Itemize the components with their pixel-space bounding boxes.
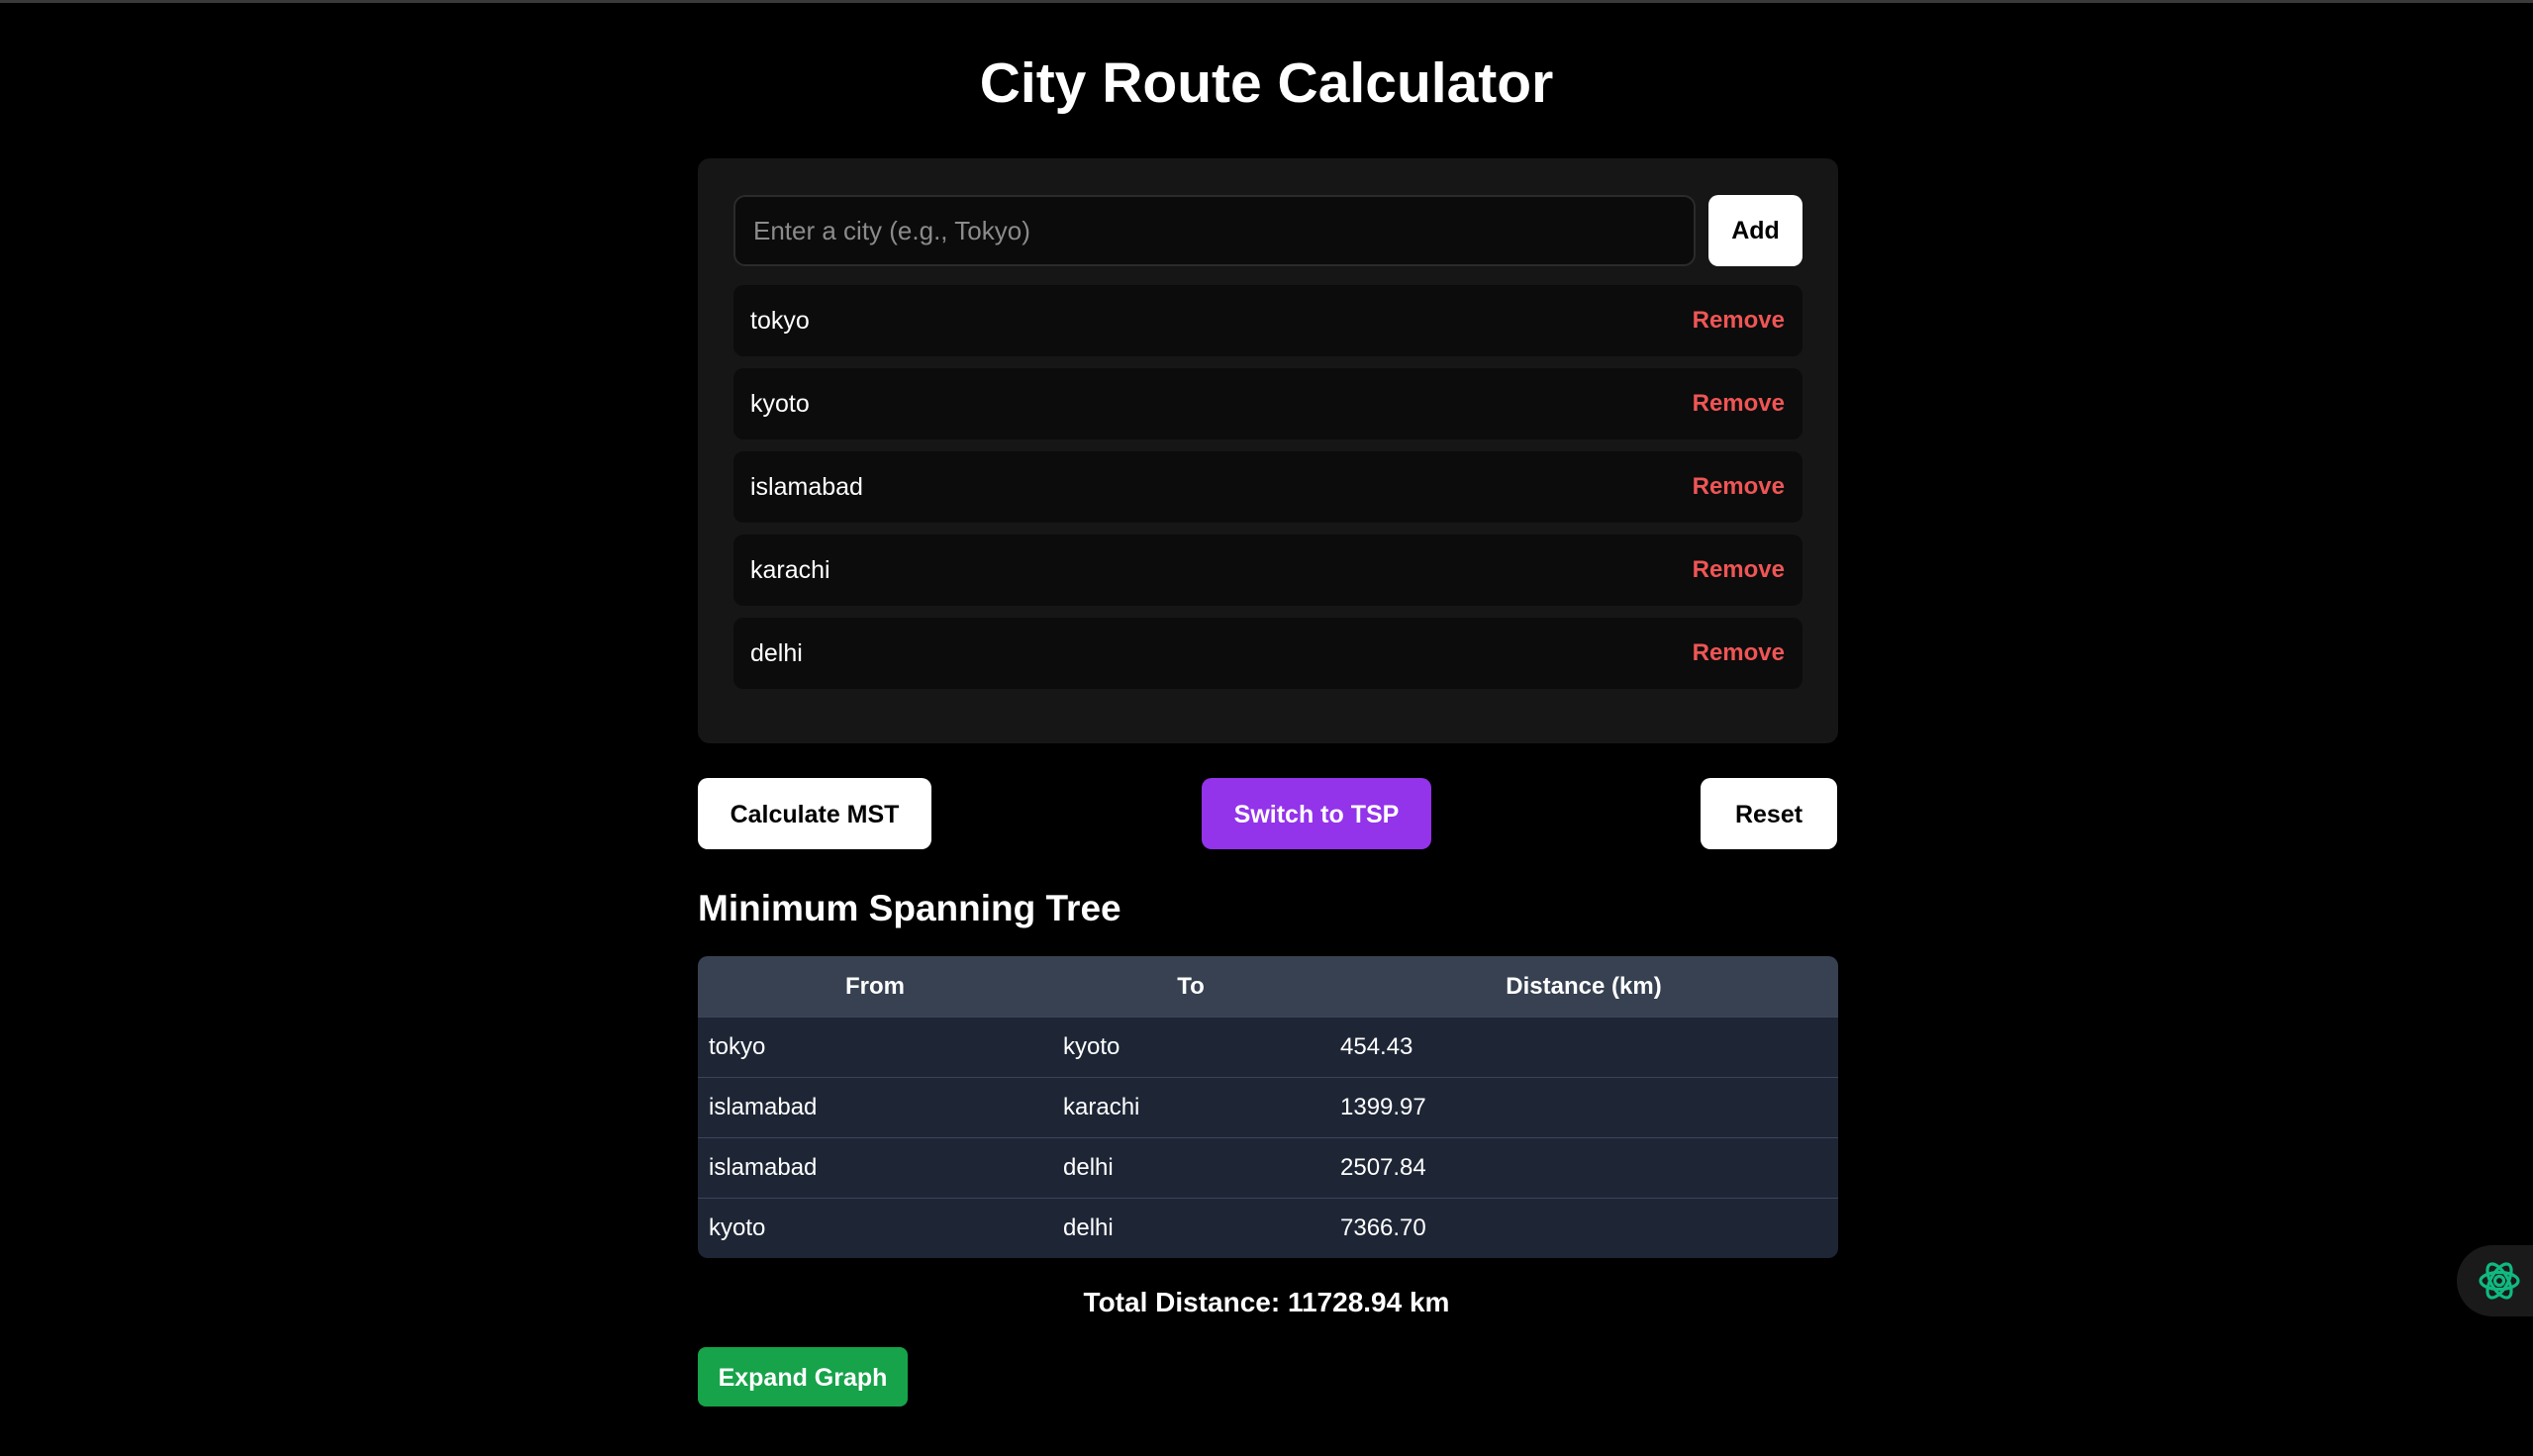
to-cell: kyoto [1052,1017,1329,1077]
window-top-border [0,0,2533,3]
column-header-from: From [698,956,1052,1017]
column-header-distance: Distance (km) [1329,956,1838,1017]
city-name: tokyo [750,307,810,335]
table-row: tokyo kyoto 454.43 [698,1017,1838,1077]
to-cell: delhi [1052,1198,1329,1258]
result-heading: Minimum Spanning Tree [698,888,1121,928]
reset-button[interactable]: Reset [1701,778,1837,849]
switch-to-tsp-button[interactable]: Switch to TSP [1202,778,1431,849]
mst-table: From To Distance (km) tokyo kyoto 454.43… [698,956,1838,1258]
assistant-widget-button[interactable] [2457,1245,2533,1316]
from-cell: kyoto [698,1198,1052,1258]
expand-graph-button[interactable]: Expand Graph [698,1347,908,1407]
total-distance: Total Distance: 11728.94 km [1083,1287,1450,1317]
city-list-item: tokyo Remove [733,285,1802,356]
city-name: karachi [750,556,830,584]
table-row: kyoto delhi 7366.70 [698,1198,1838,1258]
city-panel: Add tokyo Remove kyoto Remove islamabad … [698,158,1838,743]
table-header-row: From To Distance (km) [698,956,1838,1017]
openai-assistant-icon [2479,1262,2520,1300]
city-list-item: karachi Remove [733,534,1802,606]
remove-city-button[interactable]: Remove [1693,285,1785,356]
remove-city-button[interactable]: Remove [1693,618,1785,689]
distance-cell: 7366.70 [1329,1198,1838,1258]
page-title: City Route Calculator [979,51,1554,115]
from-cell: islamabad [698,1137,1052,1198]
distance-cell: 454.43 [1329,1017,1838,1077]
column-header-to: To [1052,956,1329,1017]
distance-cell: 1399.97 [1329,1077,1838,1137]
from-cell: islamabad [698,1077,1052,1137]
to-cell: karachi [1052,1077,1329,1137]
add-city-button[interactable]: Add [1708,195,1802,266]
city-name: kyoto [750,390,810,418]
remove-city-button[interactable]: Remove [1693,368,1785,439]
city-input[interactable] [733,195,1696,266]
from-cell: tokyo [698,1017,1052,1077]
calculate-mst-button[interactable]: Calculate MST [698,778,931,849]
city-list-item: islamabad Remove [733,451,1802,523]
city-name: delhi [750,639,803,667]
to-cell: delhi [1052,1137,1329,1198]
table-row: islamabad delhi 2507.84 [698,1137,1838,1198]
table-row: islamabad karachi 1399.97 [698,1077,1838,1137]
city-list-item: delhi Remove [733,618,1802,689]
remove-city-button[interactable]: Remove [1693,451,1785,523]
city-name: islamabad [750,473,863,501]
distance-cell: 2507.84 [1329,1137,1838,1198]
remove-city-button[interactable]: Remove [1693,534,1785,606]
city-list-item: kyoto Remove [733,368,1802,439]
